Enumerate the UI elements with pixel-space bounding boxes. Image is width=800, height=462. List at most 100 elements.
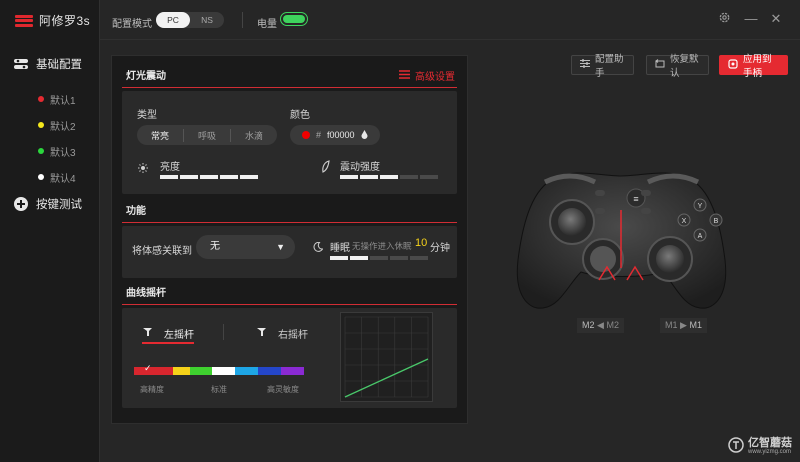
- watermark-logo-icon: [728, 437, 744, 456]
- light-type-selector[interactable]: 常亮 呼吸 水滴: [137, 125, 277, 145]
- button-label: 应用到手柄: [743, 54, 772, 79]
- preset-color-dot: [38, 96, 44, 102]
- close-icon[interactable]: ✕: [768, 11, 784, 27]
- level-segment[interactable]: [330, 256, 348, 260]
- settings-gear-icon[interactable]: [716, 11, 732, 27]
- level-segment[interactable]: [400, 175, 418, 179]
- watermark: 亿智蘑菇 www.yizmg.com: [728, 437, 792, 456]
- mode-toggle[interactable]: PC NS: [156, 12, 224, 28]
- curve-graph[interactable]: [340, 312, 433, 402]
- watermark-url: www.yizmg.com: [748, 449, 792, 455]
- sidebar-item-preset-2[interactable]: 默认2: [38, 112, 76, 138]
- app-window: 阿修罗3s 基础配置 默认1 默认2 默认3 默认4 按键测试 配置模式 PC …: [0, 0, 800, 462]
- sidebar-item-preset-4[interactable]: 默认4: [38, 164, 76, 190]
- droplet-icon: [361, 129, 368, 141]
- scale-segment: [212, 367, 236, 375]
- type-option-solid[interactable]: 常亮: [137, 128, 184, 142]
- sidebar-item-button-test[interactable]: 按键测试: [14, 196, 82, 212]
- color-hex-value: f00000: [327, 130, 355, 140]
- level-segment[interactable]: [340, 175, 358, 179]
- preset-color-dot: [38, 174, 44, 180]
- level-segment[interactable]: [240, 175, 258, 179]
- watermark-text: 亿智蘑菇: [748, 437, 792, 449]
- level-segment[interactable]: [420, 175, 438, 179]
- brand-logo-icon: [15, 14, 33, 27]
- brightness-label: 亮度: [160, 162, 180, 173]
- svg-text:X: X: [682, 218, 687, 225]
- advanced-settings-label: 高级设置: [415, 72, 455, 83]
- type-option-droplet[interactable]: 水滴: [231, 129, 277, 142]
- svg-text:≡: ≡: [633, 194, 638, 204]
- m1-paddle-label: M1 ▶ M1: [660, 318, 707, 333]
- sidebar-item-label: 按键测试: [36, 199, 82, 211]
- battery-fill: [283, 15, 305, 23]
- active-tab-underline: [142, 342, 194, 344]
- level-segment[interactable]: [360, 175, 378, 179]
- color-hash: #: [316, 130, 322, 140]
- check-icon: ✓: [144, 363, 152, 373]
- section-divider: [122, 87, 457, 88]
- preset-color-dot: [38, 122, 44, 128]
- level-segment[interactable]: [380, 175, 398, 179]
- sensitivity-scale[interactable]: ✓: [134, 363, 305, 375]
- color-swatch: [302, 131, 310, 139]
- level-segment[interactable]: [160, 175, 178, 179]
- sleep-label: 睡眠: [330, 243, 350, 254]
- type-option-breathing[interactable]: 呼吸: [184, 128, 231, 142]
- minimize-icon[interactable]: —: [743, 11, 759, 27]
- apply-to-controller-button[interactable]: 应用到手柄: [719, 54, 788, 79]
- section-divider: [122, 222, 457, 223]
- m2-label: M2: [582, 320, 595, 330]
- config-assistant-button[interactable]: 配置助手: [571, 54, 634, 79]
- svg-text:Y: Y: [698, 203, 703, 210]
- mode-option-ns[interactable]: NS: [190, 12, 224, 28]
- scale-label-sensitive: 高灵敏度: [267, 385, 299, 394]
- level-segment[interactable]: [180, 175, 198, 179]
- battery-label: 电量: [257, 19, 277, 30]
- advanced-settings-link[interactable]: 高级设置: [399, 68, 455, 83]
- tab-right-stick[interactable]: 右摇杆: [256, 326, 308, 341]
- preset-label: 默认4: [50, 173, 76, 185]
- color-picker[interactable]: # f00000: [290, 125, 380, 145]
- level-segment[interactable]: [200, 175, 218, 179]
- vibration-level-bar[interactable]: [340, 175, 438, 179]
- app-name: 阿修罗3s: [39, 14, 91, 28]
- vibration-icon: [320, 160, 332, 177]
- m2-sub-label: M2: [606, 320, 619, 330]
- mode-option-pc[interactable]: PC: [156, 12, 190, 28]
- svg-text:B: B: [714, 218, 719, 225]
- divider: [223, 324, 224, 340]
- brightness-level-bar[interactable]: [160, 175, 258, 179]
- scale-label-precision: 高精度: [140, 385, 164, 394]
- tab-left-stick[interactable]: 左摇杆: [142, 326, 194, 341]
- sidebar-item-preset-1[interactable]: 默认1: [38, 86, 76, 112]
- color-label: 颜色: [290, 110, 310, 121]
- section-header-function: 功能: [112, 198, 467, 220]
- curve-graph-canvas: [344, 316, 429, 398]
- config-icon: [14, 57, 28, 71]
- type-label: 类型: [137, 110, 157, 121]
- level-segment[interactable]: [390, 256, 408, 260]
- sleep-level-bar[interactable]: [330, 256, 428, 260]
- mode-label: 配置模式: [112, 19, 152, 30]
- preset-label: 默认1: [50, 95, 76, 107]
- joystick-icon: [256, 327, 268, 340]
- moon-icon: [313, 241, 324, 255]
- sidebar-item-basic-config[interactable]: 基础配置: [14, 56, 82, 72]
- scale-segment: [173, 367, 190, 375]
- sidebar-item-preset-3[interactable]: 默认3: [38, 138, 76, 164]
- section-title: 功能: [126, 205, 146, 217]
- level-segment[interactable]: [350, 256, 368, 260]
- stick-selector: 左摇杆 右摇杆 ✓ 高精度 标准 高灵敏度: [132, 312, 332, 402]
- level-segment[interactable]: [410, 256, 428, 260]
- top-bar: 配置模式 PC NS 电量 — ✕: [100, 0, 800, 40]
- restore-default-button[interactable]: 恢复默认: [646, 54, 709, 79]
- sidebar-item-label: 基础配置: [36, 59, 82, 71]
- motion-link-dropdown[interactable]: 无 ▼: [196, 235, 295, 259]
- preset-label: 默认2: [50, 121, 76, 133]
- level-segment[interactable]: [370, 256, 388, 260]
- level-segment[interactable]: [220, 175, 238, 179]
- restore-icon: [655, 59, 665, 71]
- divider: [242, 12, 243, 28]
- brand: 阿修罗3s: [15, 12, 90, 29]
